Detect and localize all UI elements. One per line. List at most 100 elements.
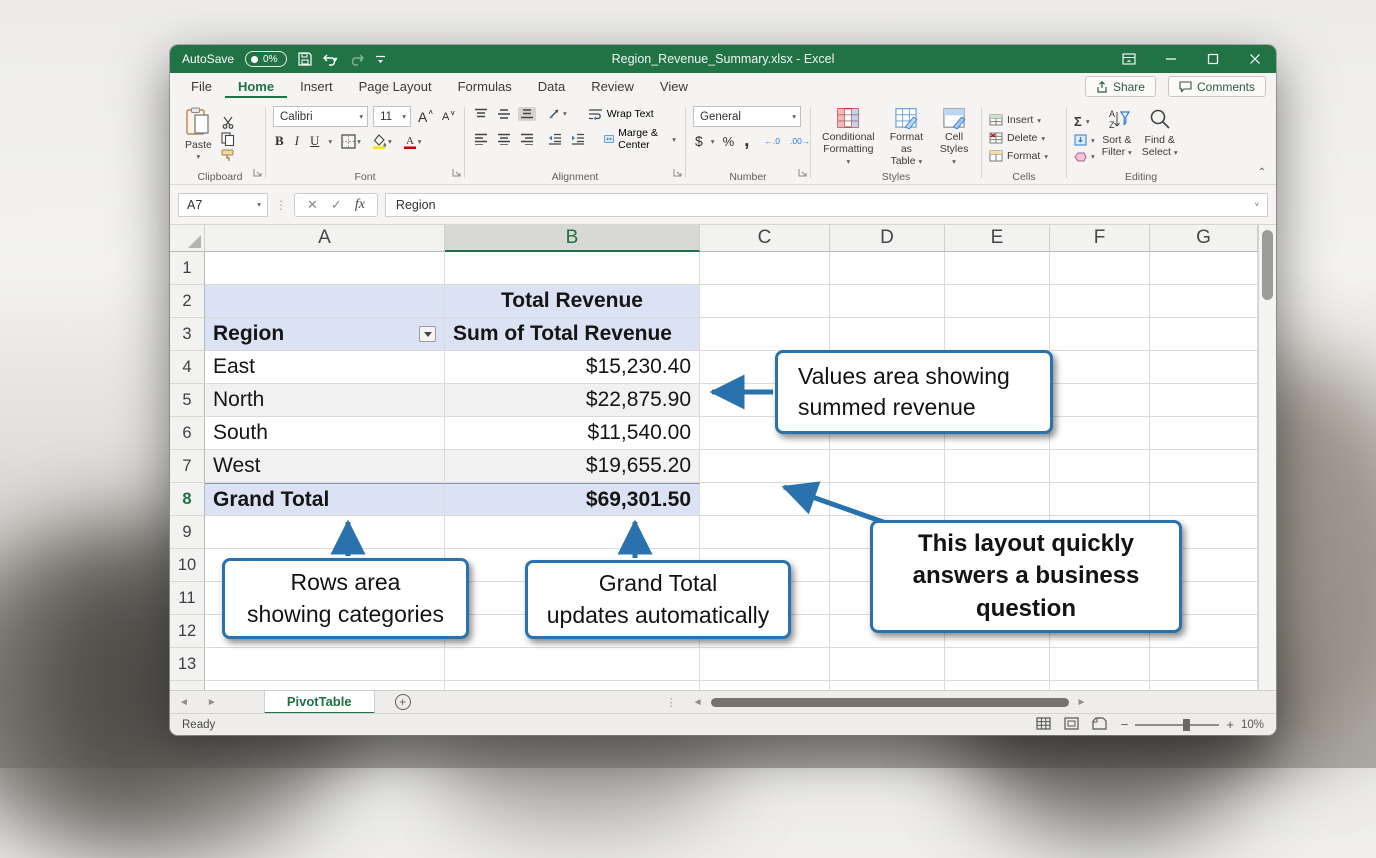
number-format-select[interactable]: General▾ [693, 106, 801, 127]
cell-D14[interactable] [830, 681, 945, 690]
paste-dropdown-icon[interactable]: ▾ [197, 153, 201, 162]
currency-dropdown-icon[interactable]: ▾ [711, 137, 715, 146]
cell-G6[interactable] [1150, 417, 1258, 450]
column-header-F[interactable]: F [1050, 225, 1150, 252]
cell-E2[interactable] [945, 285, 1050, 318]
format-painter-icon[interactable] [221, 149, 235, 162]
clipboard-dialog-launcher-icon[interactable] [253, 164, 262, 182]
cell-F13[interactable] [1050, 648, 1150, 681]
select-all-corner[interactable] [170, 225, 205, 252]
row-header-3[interactable]: 3 [170, 318, 205, 351]
increase-decimal-icon[interactable]: ←.0 [762, 135, 782, 147]
insert-cells-button[interactable]: Insert▾ [989, 114, 1048, 126]
copy-icon[interactable] [221, 132, 235, 146]
tab-data[interactable]: Data [525, 75, 578, 98]
column-header-A[interactable]: A [205, 225, 445, 252]
currency-icon[interactable]: $ [693, 132, 705, 150]
cell-C14[interactable] [700, 681, 830, 690]
minimize-icon[interactable] [1150, 45, 1192, 73]
format-as-table-button[interactable]: Format asTable ▾ [881, 106, 932, 168]
font-size-select[interactable]: 11▾ [373, 106, 411, 127]
number-dialog-launcher-icon[interactable] [798, 164, 807, 182]
cell-E8[interactable] [945, 483, 1050, 516]
row-header-6[interactable]: 6 [170, 417, 205, 450]
row-header-12[interactable]: 12 [170, 615, 205, 648]
row-header-10[interactable]: 10 [170, 549, 205, 582]
zoom-slider[interactable] [1135, 724, 1219, 726]
cell-G14[interactable] [1150, 681, 1258, 690]
orientation-icon[interactable]: ▾ [546, 106, 569, 121]
sheet-nav-left-icon[interactable]: ◄ [170, 697, 198, 708]
align-left-icon[interactable] [472, 132, 490, 146]
row-header-7[interactable]: 7 [170, 450, 205, 483]
column-header-B[interactable]: B [445, 225, 700, 252]
decrease-indent-icon[interactable] [546, 132, 564, 146]
redo-icon[interactable]: ▾ [349, 53, 364, 66]
cell-C1[interactable] [700, 252, 830, 285]
italic-button[interactable]: I [293, 132, 301, 150]
cell-E3[interactable] [945, 318, 1050, 351]
hscroll-right-icon[interactable]: ► [1075, 697, 1089, 708]
cell-G13[interactable] [1150, 648, 1258, 681]
name-box[interactable]: A7 ▾ [178, 193, 268, 217]
share-button[interactable]: Share [1085, 76, 1156, 97]
cell-B7[interactable]: $19,655.20 [445, 450, 700, 483]
redo-dropdown-icon[interactable]: ▾ [360, 55, 364, 64]
wrap-text-button[interactable]: Wrap Text [586, 107, 656, 121]
fill-icon[interactable]: ▾ [1074, 134, 1095, 146]
cell-A1[interactable] [205, 252, 445, 285]
borders-icon[interactable]: ▾ [339, 133, 363, 150]
sheet-nav-right-icon[interactable]: ► [198, 697, 226, 708]
scrollbar-resize-handle[interactable]: ⋮ [666, 696, 677, 709]
cell-B6[interactable]: $11,540.00 [445, 417, 700, 450]
cell-B2[interactable]: Total Revenue [445, 285, 700, 318]
row-header-2[interactable]: 2 [170, 285, 205, 318]
cell-D2[interactable] [830, 285, 945, 318]
cell-C7[interactable] [700, 450, 830, 483]
sort-filter-button[interactable]: AZ Sort &Filter ▾ [1099, 107, 1135, 168]
formula-input[interactable]: Region ˅ [385, 193, 1268, 217]
font-color-icon[interactable]: A▾ [401, 133, 424, 150]
zoom-in-icon[interactable]: + [1226, 717, 1234, 732]
row-header-13[interactable]: 13 [170, 648, 205, 681]
cell-B8[interactable]: $69,301.50 [445, 483, 700, 516]
increase-font-size-icon[interactable]: A˄ [416, 108, 435, 126]
cell-G4[interactable] [1150, 351, 1258, 384]
vertical-scrollbar[interactable] [1258, 225, 1276, 690]
merge-center-button[interactable]: Marge & Center ▾ [602, 126, 678, 152]
conditional-formatting-button[interactable]: ConditionalFormatting ▾ [818, 106, 879, 168]
collapse-ribbon-icon[interactable]: ⌃ [1258, 167, 1266, 178]
cell-B13[interactable] [445, 648, 700, 681]
cell-C9[interactable] [700, 516, 830, 549]
cell-F3[interactable] [1050, 318, 1150, 351]
column-header-G[interactable]: G [1150, 225, 1258, 252]
close-icon[interactable] [1234, 45, 1276, 73]
tab-home[interactable]: Home [225, 75, 287, 98]
cell-D3[interactable] [830, 318, 945, 351]
align-bottom-icon[interactable] [518, 107, 536, 121]
cell-G8[interactable] [1150, 483, 1258, 516]
decrease-decimal-icon[interactable]: .00→ [788, 135, 812, 147]
underline-dropdown-icon[interactable]: ▾ [328, 137, 332, 146]
row-header-9[interactable]: 9 [170, 516, 205, 549]
align-center-icon[interactable] [495, 132, 513, 146]
page-layout-view-icon[interactable] [1064, 717, 1079, 733]
customize-qat-icon[interactable] [375, 54, 386, 64]
clear-icon[interactable]: ▾ [1074, 151, 1095, 162]
tab-page-layout[interactable]: Page Layout [346, 75, 445, 98]
cell-C2[interactable] [700, 285, 830, 318]
cell-A14[interactable] [205, 681, 445, 690]
format-cells-button[interactable]: Format▾ [989, 150, 1048, 162]
decrease-font-size-icon[interactable]: A˅ [440, 110, 457, 124]
cell-A6[interactable]: South [205, 417, 445, 450]
page-break-view-icon[interactable] [1092, 717, 1107, 733]
normal-view-icon[interactable] [1036, 717, 1051, 733]
fill-color-icon[interactable]: ▾ [370, 133, 394, 150]
align-right-icon[interactable] [518, 132, 536, 146]
cell-B1[interactable] [445, 252, 700, 285]
cell-F8[interactable] [1050, 483, 1150, 516]
bold-button[interactable]: B [273, 132, 286, 150]
cell-E13[interactable] [945, 648, 1050, 681]
undo-icon[interactable]: ▾ [323, 53, 338, 66]
paste-button[interactable]: Paste ▾ [182, 106, 215, 168]
